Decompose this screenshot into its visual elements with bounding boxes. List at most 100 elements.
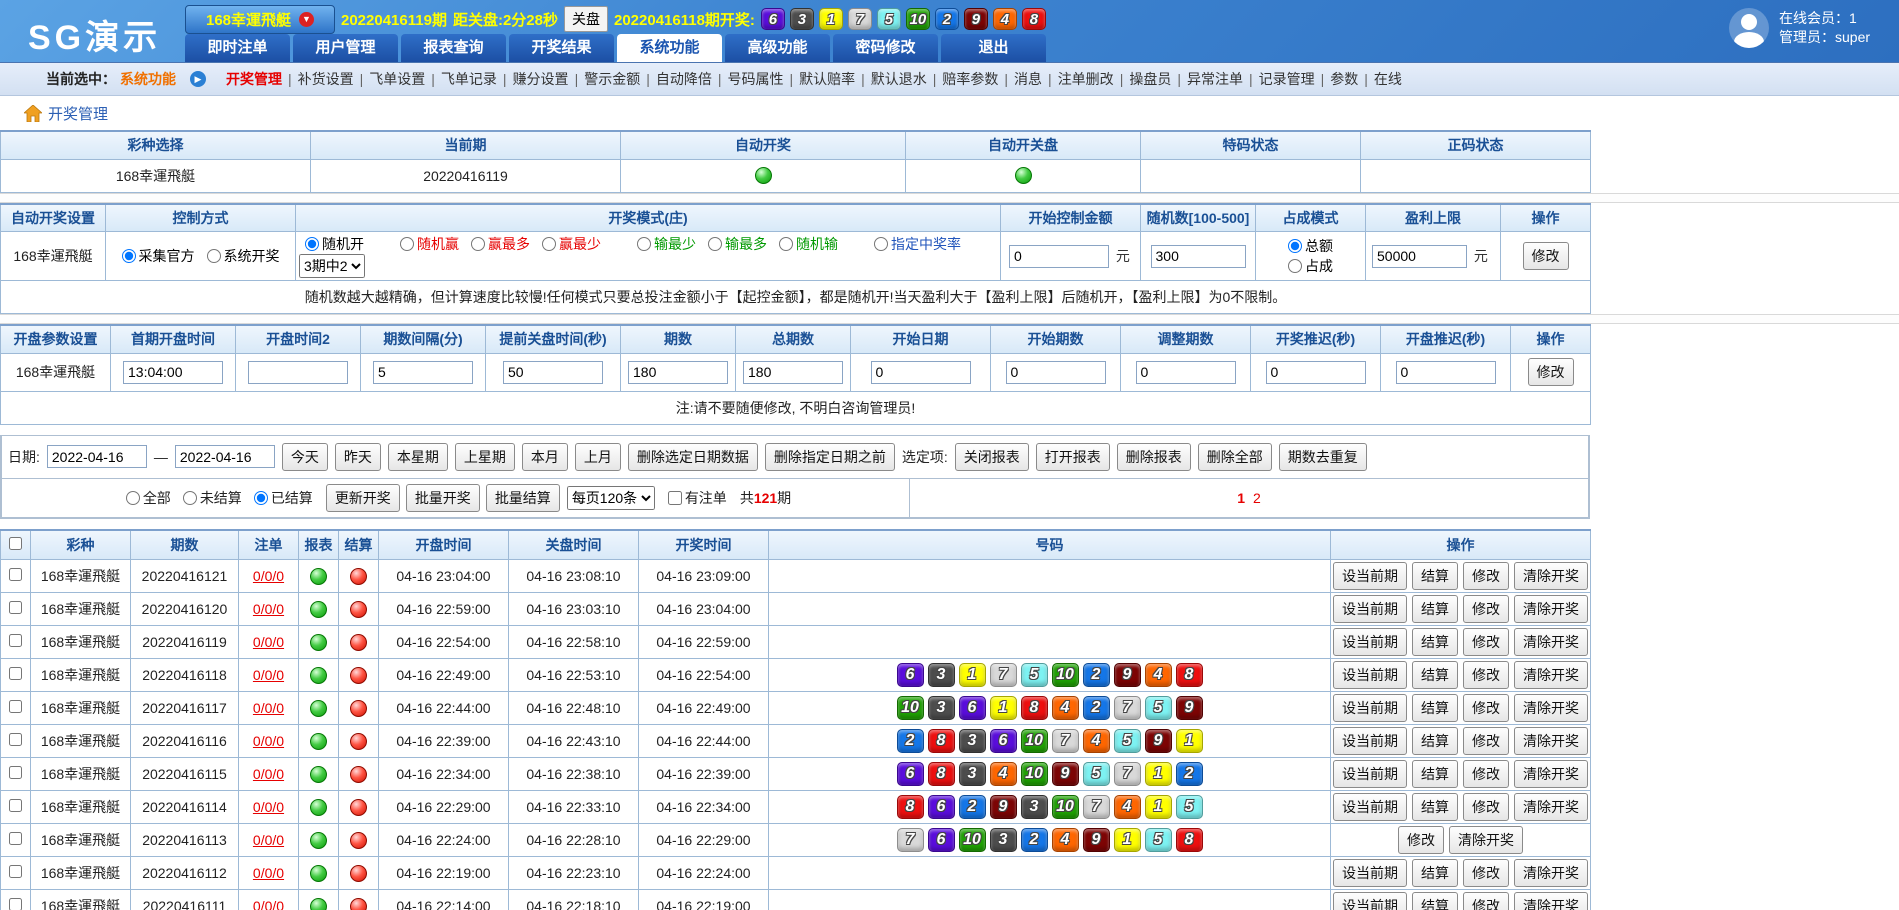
- tab-开奖结果[interactable]: 开奖结果: [509, 34, 614, 62]
- date-button-今天[interactable]: 今天: [282, 443, 328, 471]
- report-status-light[interactable]: [310, 733, 327, 750]
- page-link-2[interactable]: 2: [1253, 490, 1261, 506]
- op-button-结算[interactable]: 结算: [1412, 892, 1458, 910]
- radio-option-采集官方[interactable]: 采集官方: [122, 246, 195, 266]
- op-button-设当前期[interactable]: 设当前期: [1333, 562, 1407, 590]
- profit-limit-input[interactable]: [1372, 245, 1467, 268]
- op-button-修改[interactable]: 修改: [1463, 859, 1509, 887]
- has-bets-filter[interactable]: 有注单: [668, 488, 727, 508]
- report-button-删除全部[interactable]: 删除全部: [1198, 443, 1272, 471]
- win-rate-select[interactable]: 3期中2: [299, 254, 365, 278]
- submenu-item-参数[interactable]: 参数: [1328, 71, 1360, 87]
- action-button-批量结算[interactable]: 批量结算: [486, 484, 560, 512]
- op-button-设当前期[interactable]: 设当前期: [1333, 727, 1407, 755]
- radio-option-随机开[interactable]: 随机开: [305, 234, 364, 254]
- op-button-修改[interactable]: 修改: [1463, 760, 1509, 788]
- param-input-0[interactable]: [123, 361, 223, 384]
- report-status-light[interactable]: [310, 865, 327, 882]
- op-button-设当前期[interactable]: 设当前期: [1333, 661, 1407, 689]
- submenu-item-默认赔率[interactable]: 默认赔率: [797, 71, 857, 87]
- op-button-修改[interactable]: 修改: [1463, 793, 1509, 821]
- submenu-item-注单删改[interactable]: 注单删改: [1056, 71, 1116, 87]
- report-status-light[interactable]: [310, 568, 327, 585]
- action-button-更新开奖[interactable]: 更新开奖: [326, 484, 400, 512]
- row-checkbox[interactable]: [9, 700, 22, 713]
- radio-赢最多[interactable]: [471, 237, 485, 251]
- row-checkbox[interactable]: [9, 799, 22, 812]
- tab-退出[interactable]: 退出: [941, 34, 1046, 62]
- op-button-设当前期[interactable]: 设当前期: [1333, 892, 1407, 910]
- op-button-清除开奖[interactable]: 清除开奖: [1514, 628, 1588, 656]
- param-input-9[interactable]: [1266, 361, 1366, 384]
- op-button-清除开奖[interactable]: 清除开奖: [1514, 694, 1588, 722]
- radio-option-全部[interactable]: 全部: [126, 488, 171, 508]
- radio-随机赢[interactable]: [400, 237, 414, 251]
- radio-全部[interactable]: [126, 491, 140, 505]
- radio-采集官方[interactable]: [122, 249, 136, 263]
- op-button-清除开奖[interactable]: 清除开奖: [1514, 727, 1588, 755]
- report-button-删除报表[interactable]: 删除报表: [1117, 443, 1191, 471]
- op-button-结算[interactable]: 结算: [1412, 661, 1458, 689]
- op-button-设当前期[interactable]: 设当前期: [1333, 793, 1407, 821]
- submenu-item-自动降倍[interactable]: 自动降倍: [654, 71, 714, 87]
- radio-option-赢最多[interactable]: 赢最多: [471, 234, 530, 254]
- action-button-批量开奖[interactable]: 批量开奖: [406, 484, 480, 512]
- bets-link[interactable]: 0/0/0: [253, 898, 284, 910]
- close-market-button[interactable]: 关盘: [564, 6, 608, 32]
- auto-draw-status-light[interactable]: [755, 167, 772, 184]
- page-link-1[interactable]: 1: [1237, 490, 1245, 506]
- radio-随机开[interactable]: [305, 237, 319, 251]
- radio-已结算[interactable]: [254, 491, 268, 505]
- settle-status-light[interactable]: [350, 766, 367, 783]
- tab-即时注单[interactable]: 即时注单: [185, 34, 290, 62]
- param-input-4[interactable]: [628, 361, 728, 384]
- bets-link[interactable]: 0/0/0: [253, 865, 284, 881]
- radio-option-输最多[interactable]: 输最多: [708, 234, 767, 254]
- op-button-设当前期[interactable]: 设当前期: [1333, 859, 1407, 887]
- submenu-item-开奖管理[interactable]: 开奖管理: [224, 71, 284, 87]
- date-to-input[interactable]: [175, 445, 275, 468]
- settle-status-light[interactable]: [350, 634, 367, 651]
- op-button-结算[interactable]: 结算: [1412, 628, 1458, 656]
- date-button-本星期[interactable]: 本星期: [388, 443, 448, 471]
- report-button-关闭报表[interactable]: 关闭报表: [955, 443, 1029, 471]
- row-checkbox[interactable]: [9, 568, 22, 581]
- row-checkbox[interactable]: [9, 766, 22, 779]
- row-checkbox[interactable]: [9, 634, 22, 647]
- op-button-修改[interactable]: 修改: [1463, 595, 1509, 623]
- op-button-设当前期[interactable]: 设当前期: [1333, 595, 1407, 623]
- radio-输最少[interactable]: [637, 237, 651, 251]
- param-input-3[interactable]: [503, 361, 603, 384]
- settle-status-light[interactable]: [350, 667, 367, 684]
- op-button-修改[interactable]: 修改: [1463, 694, 1509, 722]
- report-button-期数去重复[interactable]: 期数去重复: [1279, 443, 1367, 471]
- report-status-light[interactable]: [310, 700, 327, 717]
- submenu-item-飞单设置[interactable]: 飞单设置: [367, 71, 427, 87]
- radio-未结算[interactable]: [183, 491, 197, 505]
- op-button-清除开奖[interactable]: 清除开奖: [1514, 595, 1588, 623]
- bets-link[interactable]: 0/0/0: [253, 832, 284, 848]
- auto-open-close-status-light[interactable]: [1015, 167, 1032, 184]
- radio-option-随机输[interactable]: 随机输: [779, 234, 838, 254]
- row-checkbox[interactable]: [9, 832, 22, 845]
- op-button-结算[interactable]: 结算: [1412, 595, 1458, 623]
- radio-系统开奖[interactable]: [207, 249, 221, 263]
- report-status-light[interactable]: [310, 832, 327, 849]
- submenu-item-异常注单[interactable]: 异常注单: [1185, 71, 1245, 87]
- param-input-5[interactable]: [743, 361, 843, 384]
- row-checkbox[interactable]: [9, 601, 22, 614]
- radio-输最多[interactable]: [708, 237, 722, 251]
- op-button-修改[interactable]: 修改: [1463, 727, 1509, 755]
- submenu-item-默认退水[interactable]: 默认退水: [869, 71, 929, 87]
- submenu-item-飞单记录[interactable]: 飞单记录: [439, 71, 499, 87]
- op-button-修改[interactable]: 修改: [1463, 562, 1509, 590]
- bets-link[interactable]: 0/0/0: [253, 733, 284, 749]
- op-button-清除开奖[interactable]: 清除开奖: [1514, 661, 1588, 689]
- op-button-清除开奖[interactable]: 清除开奖: [1449, 826, 1523, 854]
- random-number-input[interactable]: [1151, 245, 1246, 268]
- submenu-item-警示金额[interactable]: 警示金额: [582, 71, 642, 87]
- settle-status-light[interactable]: [350, 865, 367, 882]
- page-size-select[interactable]: 每页120条: [567, 486, 655, 510]
- radio-option-未结算[interactable]: 未结算: [183, 488, 242, 508]
- radio-总额[interactable]: [1288, 239, 1302, 253]
